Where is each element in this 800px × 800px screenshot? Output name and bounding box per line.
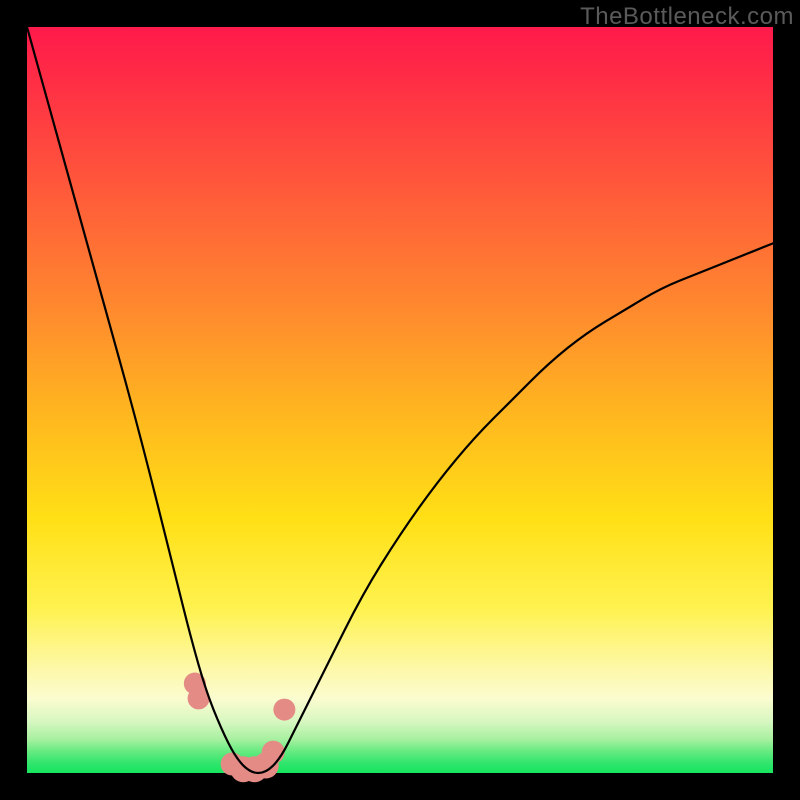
bottleneck-curve bbox=[27, 27, 773, 773]
chart-markers bbox=[184, 672, 296, 782]
chart-plot-area bbox=[27, 27, 773, 773]
chart-marker bbox=[262, 741, 285, 764]
chart-frame: TheBottleneck.com bbox=[0, 0, 800, 800]
chart-marker bbox=[273, 699, 295, 721]
chart-svg bbox=[27, 27, 773, 773]
watermark-text: TheBottleneck.com bbox=[580, 3, 794, 31]
